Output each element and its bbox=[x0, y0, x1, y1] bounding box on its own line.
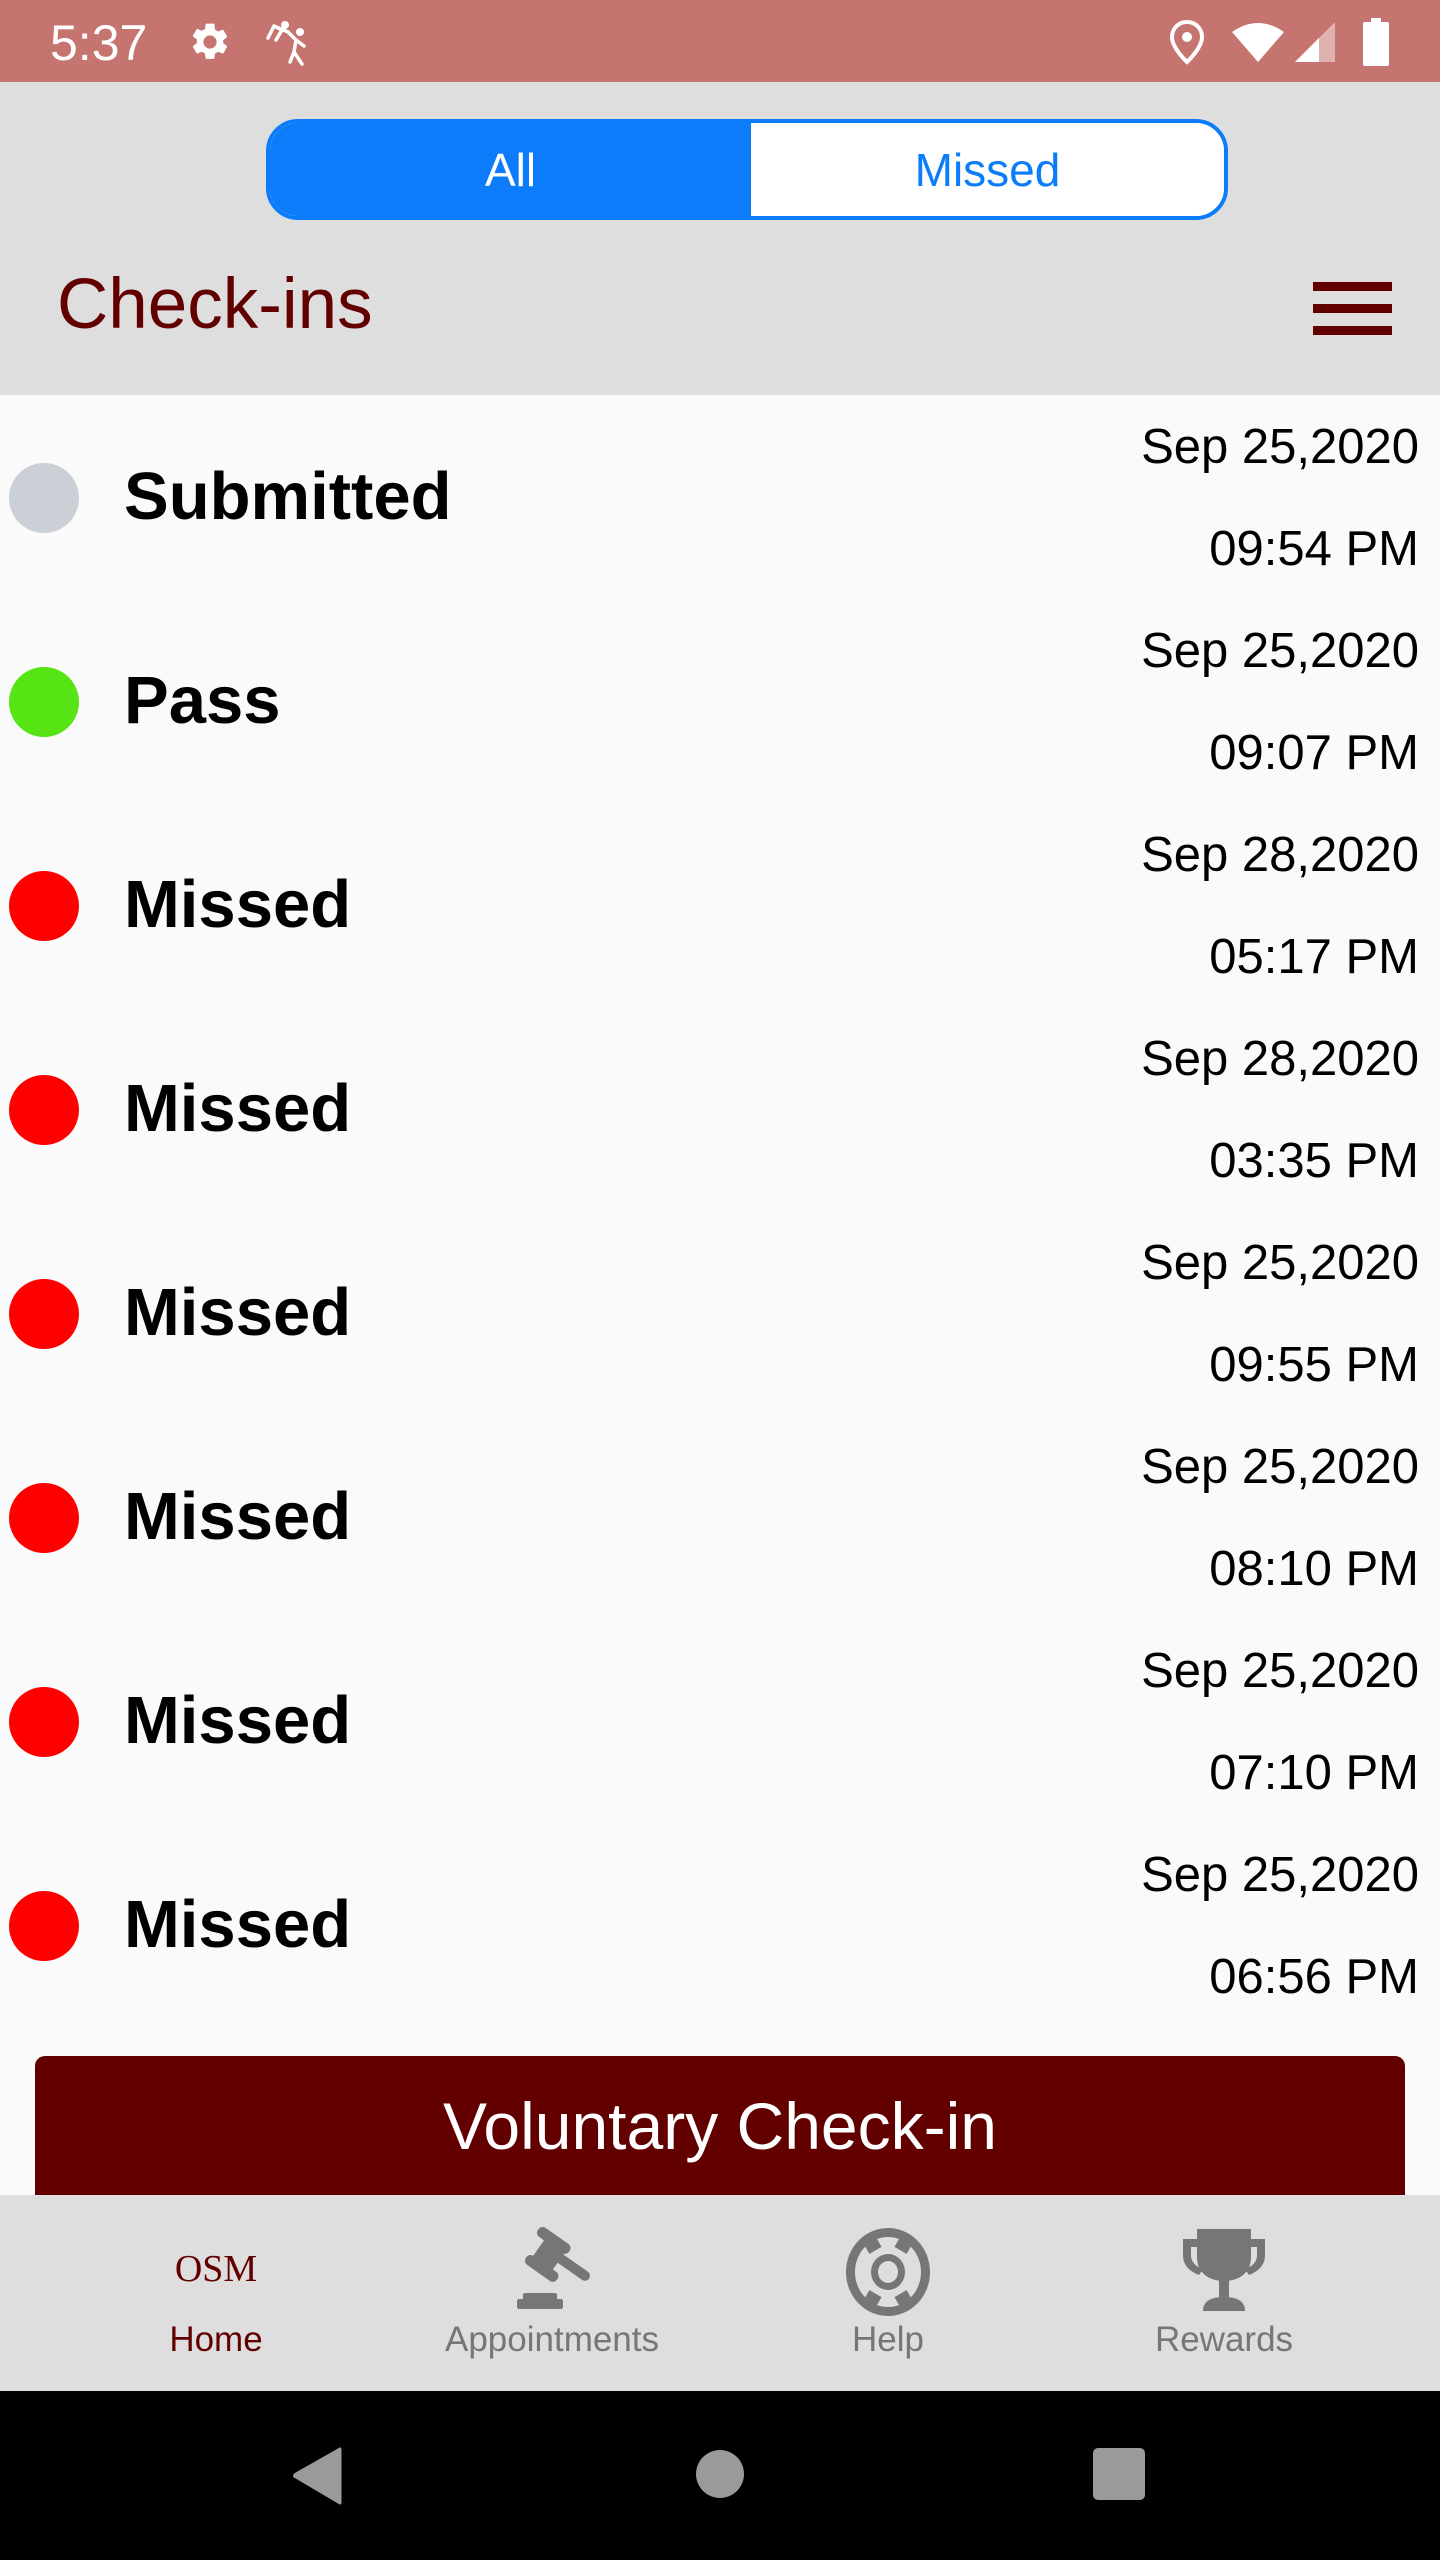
trophy-icon bbox=[1181, 2227, 1267, 2316]
nav-label-help: Help bbox=[852, 2320, 924, 2359]
status-dot-icon bbox=[9, 1483, 79, 1553]
checkin-row[interactable]: Submitted Sep 25,2020 09:54 PM bbox=[0, 395, 1440, 599]
nav-item-rewards[interactable]: Rewards bbox=[1074, 2195, 1374, 2391]
checkin-time: 08:10 PM bbox=[1209, 1542, 1419, 1596]
checkin-row[interactable]: Missed Sep 25,2020 08:10 PM bbox=[0, 1415, 1440, 1619]
checkin-row[interactable]: Missed Sep 28,2020 03:35 PM bbox=[0, 1007, 1440, 1211]
gavel-icon bbox=[509, 2226, 595, 2316]
checkin-date: Sep 25,2020 bbox=[1141, 420, 1419, 474]
status-dot-icon bbox=[9, 1075, 79, 1145]
checkin-status: Submitted bbox=[124, 459, 452, 534]
checkin-time: 03:35 PM bbox=[1209, 1134, 1419, 1188]
hamburger-menu-icon[interactable] bbox=[1305, 272, 1400, 344]
checkin-date: Sep 25,2020 bbox=[1141, 1236, 1419, 1290]
nav-item-home[interactable]: OSM Home bbox=[66, 2195, 366, 2391]
lifebuoy-icon bbox=[845, 2227, 931, 2322]
checkin-date: Sep 25,2020 bbox=[1141, 1848, 1419, 1902]
status-dot-icon bbox=[9, 1687, 79, 1757]
page-title: Check-ins bbox=[57, 265, 373, 344]
recents-icon[interactable] bbox=[1092, 2447, 1146, 2506]
nav-item-appointments[interactable]: Appointments bbox=[402, 2195, 702, 2391]
checkin-row[interactable]: Missed Sep 28,2020 05:17 PM bbox=[0, 803, 1440, 1007]
checkin-date: Sep 28,2020 bbox=[1141, 1032, 1419, 1086]
checkin-time: 07:10 PM bbox=[1209, 1746, 1419, 1800]
location-icon bbox=[1168, 18, 1206, 71]
status-dot-icon bbox=[9, 1891, 79, 1961]
nav-label-home: Home bbox=[169, 2320, 263, 2359]
status-time: 5:37 bbox=[50, 15, 148, 71]
checkin-date: Sep 28,2020 bbox=[1141, 828, 1419, 882]
filter-missed-tab[interactable]: Missed bbox=[751, 123, 1224, 216]
checkin-time: 09:55 PM bbox=[1209, 1338, 1419, 1392]
status-dot-icon bbox=[9, 463, 79, 533]
checkin-row[interactable]: Missed Sep 25,2020 09:55 PM bbox=[0, 1211, 1440, 1415]
header: All Missed Check-ins bbox=[0, 82, 1440, 395]
voluntary-checkin-button[interactable]: Voluntary Check-in bbox=[35, 2056, 1405, 2195]
system-nav-bar bbox=[0, 2391, 1440, 2560]
nav-label-appointments: Appointments bbox=[444, 2320, 660, 2359]
checkin-row[interactable]: Missed Sep 25,2020 06:56 PM bbox=[0, 1823, 1440, 2027]
checkin-status: Missed bbox=[124, 1887, 352, 1962]
checkin-status: Missed bbox=[124, 867, 352, 942]
nav-label-rewards: Rewards bbox=[1154, 2320, 1294, 2359]
filter-all-tab[interactable]: All bbox=[270, 123, 751, 216]
cell-signal-icon bbox=[1293, 20, 1337, 69]
checkin-status: Missed bbox=[124, 1479, 352, 1554]
checkin-time: 09:07 PM bbox=[1209, 726, 1419, 780]
checkin-date: Sep 25,2020 bbox=[1141, 1644, 1419, 1698]
checkin-time: 06:56 PM bbox=[1209, 1950, 1419, 2004]
home-icon[interactable] bbox=[695, 2449, 745, 2504]
checkin-time: 09:54 PM bbox=[1209, 522, 1419, 576]
checkin-time: 05:17 PM bbox=[1209, 930, 1419, 984]
back-icon[interactable] bbox=[292, 2447, 342, 2510]
wifi-icon bbox=[1230, 20, 1286, 69]
osm-logo: OSM bbox=[174, 2248, 258, 2290]
bottom-nav: OSM Home Appointments Help Rewards bbox=[0, 2195, 1440, 2391]
checkin-status: Missed bbox=[124, 1683, 352, 1758]
checkin-list[interactable]: Submitted Sep 25,2020 09:54 PM Pass Sep 25,2… bbox=[0, 395, 1440, 2195]
checkin-status: Missed bbox=[124, 1071, 352, 1146]
checkin-date: Sep 25,2020 bbox=[1141, 624, 1419, 678]
filter-segmented-control: All Missed bbox=[266, 119, 1228, 220]
gear-icon bbox=[188, 20, 232, 69]
checkin-row[interactable]: Missed Sep 25,2020 07:10 PM bbox=[0, 1619, 1440, 1823]
status-dot-icon bbox=[9, 871, 79, 941]
nav-item-help[interactable]: Help bbox=[738, 2195, 1038, 2391]
checkin-row[interactable]: Pass Sep 25,2020 09:07 PM bbox=[0, 599, 1440, 803]
status-dot-icon bbox=[9, 667, 79, 737]
checkin-status: Missed bbox=[124, 1275, 352, 1350]
status-bar: 5:37 bbox=[0, 0, 1440, 82]
status-dot-icon bbox=[9, 1279, 79, 1349]
checkin-status: Pass bbox=[124, 663, 281, 738]
helping-hand-icon bbox=[262, 18, 314, 73]
battery-icon bbox=[1362, 18, 1390, 71]
checkin-date: Sep 25,2020 bbox=[1141, 1440, 1419, 1494]
